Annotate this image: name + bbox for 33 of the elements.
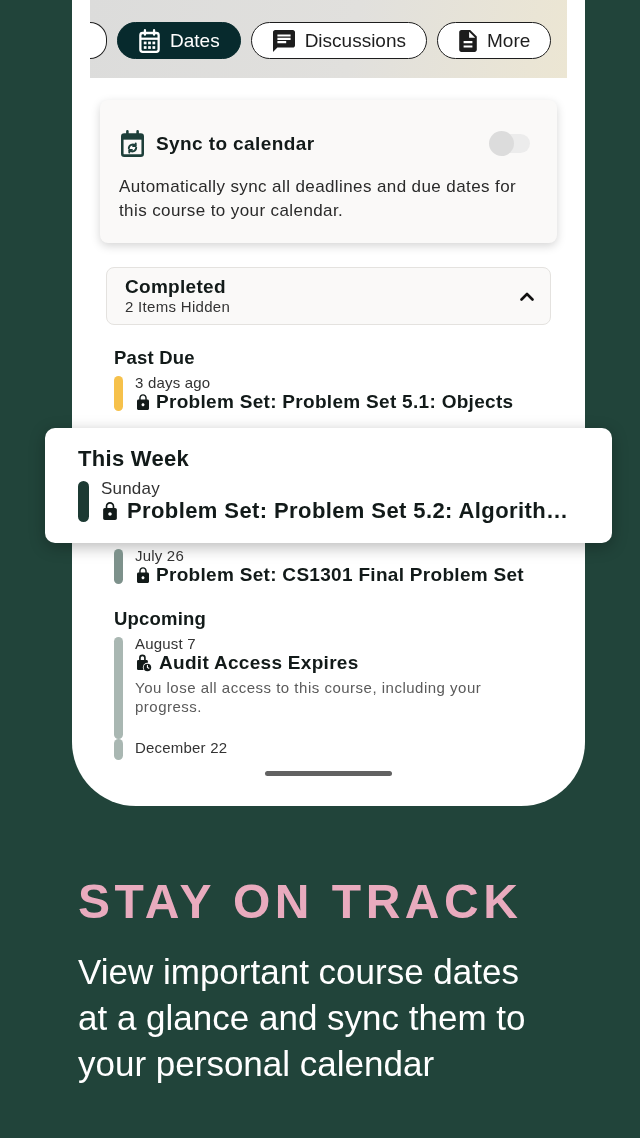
lock-icon: [137, 394, 149, 410]
lock-icon: [137, 567, 149, 583]
section-title: Completed: [125, 276, 226, 298]
due-date: August 7: [135, 635, 196, 652]
card-description: Automatically sync all deadlines and due dates for this course to your calendar.: [119, 176, 518, 222]
tab-button[interactable]: [90, 22, 107, 59]
document-icon: [459, 29, 477, 52]
item-title[interactable]: Audit Access Expires: [159, 652, 359, 674]
item-title[interactable]: Problem Set: CS1301 Final Problem Set: [156, 564, 524, 586]
hidden-count: 2 Items Hidden: [125, 298, 231, 316]
due-date: December 22: [135, 739, 228, 756]
due-date: July 26: [135, 547, 184, 564]
item-title[interactable]: Problem Set: Problem Set 5.2: Algorith…: [127, 498, 569, 524]
item-title[interactable]: Problem Set: Problem Set 5.1: Objects: [156, 391, 514, 413]
card-title: Sync to calendar: [156, 132, 316, 155]
due-date: Sunday: [101, 479, 160, 498]
section-heading: This Week: [78, 447, 190, 471]
tab-button[interactable]: Dates: [117, 22, 241, 59]
calendar-icon: [139, 28, 160, 53]
calendar-sync-icon: [121, 130, 144, 157]
headline: STAY ON TRACK: [78, 875, 523, 929]
tab-button[interactable]: Discussions: [250, 22, 427, 59]
section-heading: Past Due: [114, 347, 195, 369]
lock-clock-icon: [137, 654, 152, 672]
promo-description: View important course dates at a glance and sync them to your personal calendar: [78, 951, 527, 1085]
toggle-switch[interactable]: [489, 131, 530, 156]
item-description: You lose all access to this course, including your progress.: [135, 678, 483, 716]
due-date: 3 days ago: [135, 374, 211, 391]
chat-bubble-icon: [272, 29, 295, 52]
lock-icon: [103, 502, 117, 520]
tab-button[interactable]: More: [437, 22, 552, 59]
completed-panel[interactable]: Completed 2 Items Hidden: [106, 267, 551, 325]
section-heading: Upcoming: [114, 608, 207, 630]
